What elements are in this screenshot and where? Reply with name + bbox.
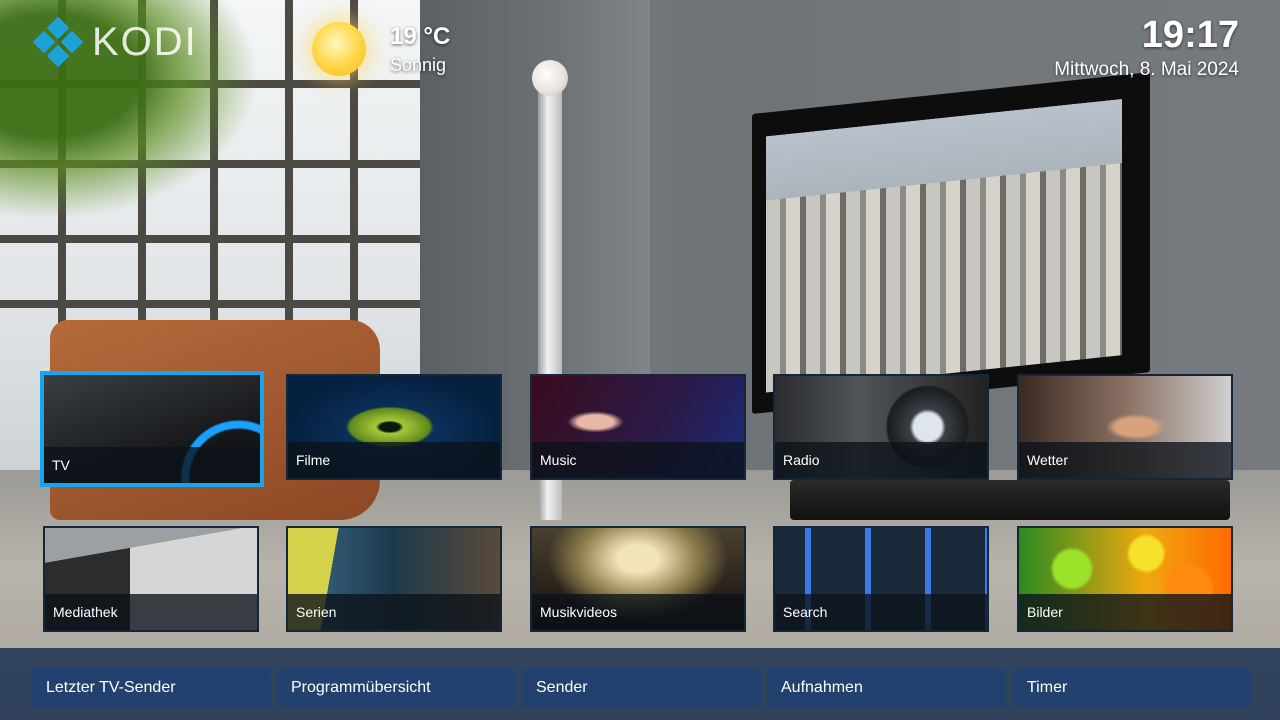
temperature: 19 °C — [390, 22, 451, 50]
tv-screen-image — [766, 99, 1122, 393]
submenu-letzter-tv-sender[interactable]: Letzter TV-Sender — [32, 668, 271, 708]
tile-wetter[interactable]: Wetter — [1017, 374, 1233, 480]
tv-decoration — [752, 72, 1150, 414]
current-time: 19:17 — [1141, 14, 1239, 56]
tile-label: Filme — [288, 442, 500, 478]
tile-label: Wetter — [1019, 442, 1231, 478]
tile-filme[interactable]: Filme — [286, 374, 502, 480]
logo-text: KODI — [92, 19, 198, 64]
kodi-logo-icon — [32, 16, 84, 68]
sun-icon — [312, 22, 366, 76]
tile-musikvideos[interactable]: Musikvideos — [530, 526, 746, 632]
clock-widget: 19:17 Mittwoch, 8. Mai 2024 — [1054, 14, 1239, 81]
submenu-aufnahmen[interactable]: Aufnahmen — [767, 668, 1006, 708]
tv-submenu: Letzter TV-Sender Programmübersicht Send… — [0, 648, 1280, 720]
tile-label: Search — [775, 594, 987, 630]
tile-label: Mediathek — [45, 594, 257, 630]
submenu-sender[interactable]: Sender — [522, 668, 761, 708]
current-date: Mittwoch, 8. Mai 2024 — [1054, 59, 1239, 80]
tile-label: Musikvideos — [532, 594, 744, 630]
tile-label: TV — [44, 447, 260, 483]
tile-label: Music — [532, 442, 744, 478]
tile-serien[interactable]: Serien — [286, 526, 502, 632]
tv-stand-decoration — [790, 480, 1230, 520]
tile-radio[interactable]: Radio — [773, 374, 989, 480]
tile-music[interactable]: Music — [530, 374, 746, 480]
kodi-logo: KODI — [32, 16, 198, 68]
weather-widget: 19 °C Sonnig — [312, 22, 450, 76]
tile-label: Bilder — [1019, 594, 1231, 630]
tile-label: Radio — [775, 442, 987, 478]
submenu-timer[interactable]: Timer — [1013, 668, 1252, 708]
weather-condition: Sonnig — [390, 54, 447, 75]
tile-tv[interactable]: TV — [40, 371, 264, 487]
lamp-bulb-decoration — [532, 60, 568, 96]
tile-search[interactable]: Search — [773, 526, 989, 632]
tile-mediathek[interactable]: Mediathek — [43, 526, 259, 632]
submenu-programmuebersicht[interactable]: Programmübersicht — [277, 668, 516, 708]
tile-bilder[interactable]: Bilder — [1017, 526, 1233, 632]
tile-label: Serien — [288, 594, 500, 630]
